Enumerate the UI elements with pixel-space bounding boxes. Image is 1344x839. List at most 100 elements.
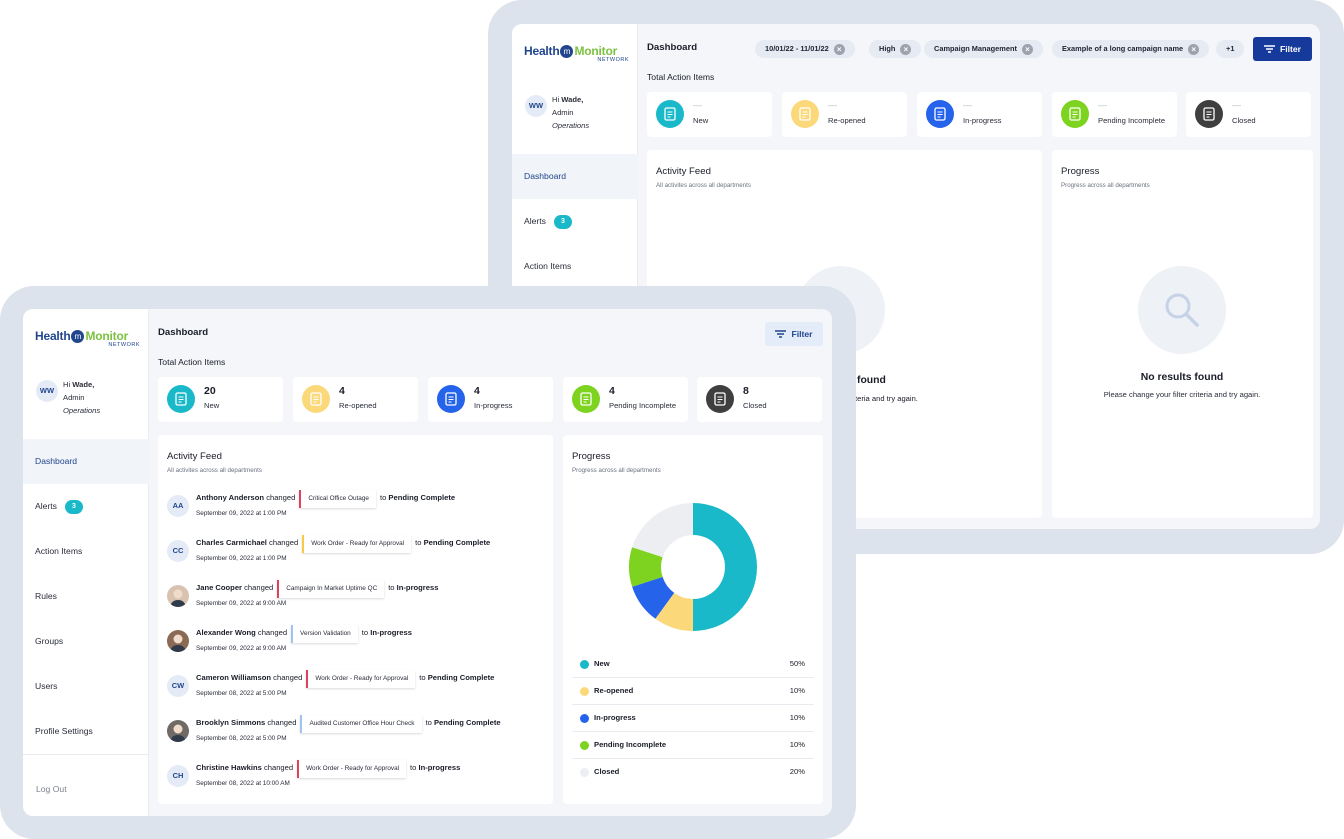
sidebar-item-dashboard[interactable]: Dashboard	[512, 154, 638, 199]
legend-label: New	[594, 659, 610, 668]
document-icon	[1061, 100, 1089, 128]
sidebar-item-users[interactable]: Users	[23, 664, 149, 709]
sidebar: Health m Monitor NETWORK WW Hi Wade, Admin…	[23, 309, 149, 816]
stat-card-pending-incomplete[interactable]: — Pending Incomplete	[1052, 92, 1177, 137]
remove-filter-icon[interactable]: ×	[1188, 44, 1200, 55]
legend-label: In-progress	[594, 713, 636, 722]
stat-card-new[interactable]: 20 New	[158, 377, 283, 422]
more-filters-chip[interactable]: +1	[1216, 40, 1245, 58]
remove-filter-icon[interactable]: ×	[900, 44, 912, 55]
filter-button[interactable]: Filter	[765, 322, 823, 346]
donut-slice-closed	[632, 503, 693, 558]
stat-card-reopened[interactable]: — Re-opened	[782, 92, 907, 137]
stat-card-closed[interactable]: — Closed	[1186, 92, 1311, 137]
user-name: Jane Cooper	[196, 583, 242, 592]
legend-item: Closed 20%	[572, 759, 814, 786]
legend-value: 10%	[789, 713, 805, 722]
avatar	[167, 720, 189, 742]
document-icon	[926, 100, 954, 128]
alerts-count-badge: 3	[553, 215, 572, 229]
legend-item: Re-opened 10%	[572, 678, 814, 705]
legend-dot	[580, 687, 589, 696]
progress-donut-chart	[629, 503, 757, 631]
document-icon	[791, 100, 819, 128]
stat-label: Pending Incomplete	[609, 401, 677, 410]
stat-label: In-progress	[474, 401, 513, 410]
filter-button[interactable]: Filter	[1253, 37, 1312, 61]
legend-value: 50%	[789, 659, 805, 668]
section-title: Total Action Items	[647, 72, 715, 82]
item-tag[interactable]: Critical Office Outage	[299, 490, 376, 508]
sidebar-item-rules[interactable]: Rules	[23, 574, 149, 619]
sidebar-item-alerts[interactable]: Alerts 3	[23, 484, 149, 529]
stat-label: In-progress	[963, 116, 1002, 125]
sidebar-item-label: Users	[35, 681, 58, 691]
stat-card-closed[interactable]: 8 Closed	[697, 377, 822, 422]
item-tag[interactable]: Audited Customer Office Hour Check	[300, 715, 422, 733]
sidebar-nav: Dashboard Alerts 3 Action Items	[512, 154, 638, 289]
stat-label: Pending Incomplete	[1098, 116, 1166, 125]
sidebar-item-label: Action Items	[524, 261, 572, 271]
item-tag[interactable]: Work Order - Ready for Approval	[302, 535, 412, 553]
timestamp: September 09, 2022 at 1:00 PM	[196, 510, 287, 517]
filter-icon	[1263, 38, 1275, 62]
legend-label: Pending Incomplete	[594, 740, 667, 749]
avatar	[167, 630, 189, 652]
user-name: Brooklyn Simmons	[196, 718, 266, 727]
stat-card-reopened[interactable]: 4 Re-opened	[293, 377, 418, 422]
stat-value: 4	[609, 385, 615, 397]
stat-value: 4	[339, 385, 345, 397]
sidebar-item-profile-settings[interactable]: Profile Settings	[23, 709, 149, 754]
status-text: Pending Complete	[388, 493, 456, 502]
stat-value: —	[963, 100, 972, 110]
item-tag[interactable]: Campaign In Market Uptime QC	[277, 580, 385, 598]
activity-item[interactable]: CH Christine Hawkins changed Work Order - …	[167, 759, 547, 799]
document-icon	[656, 100, 684, 128]
activity-item[interactable]: Jane Cooper changed Campaign In Market Up…	[167, 579, 547, 619]
item-tag[interactable]: Work Order - Ready for Approval	[297, 760, 407, 778]
stat-label: Re-opened	[828, 116, 866, 125]
stat-label: New	[693, 116, 709, 125]
stat-card-in-progress[interactable]: 4 In-progress	[428, 377, 553, 422]
activity-item[interactable]: CC Charles Carmichael changed Work Order -…	[167, 534, 547, 574]
user-name: Anthony Anderson	[196, 493, 265, 502]
status-text: In-progress	[396, 583, 439, 592]
activity-item[interactable]: CW Cameron Williamson changed Work Order -…	[167, 669, 547, 709]
timestamp: September 08, 2022 at 10:00 AM	[196, 780, 290, 787]
stat-label: Closed	[1232, 116, 1256, 125]
sidebar-item-alerts[interactable]: Alerts 3	[512, 199, 638, 244]
avatar: AA	[167, 495, 189, 517]
filter-chip[interactable]: Example of a long campaign name ×	[1052, 40, 1210, 58]
avatar	[167, 585, 189, 607]
timestamp: September 09, 2022 at 9:00 AM	[196, 645, 287, 652]
user-name: Alexander Wong	[196, 628, 256, 637]
filter-chip[interactable]: 10/01/22 - 11/01/22 ×	[755, 40, 855, 58]
sidebar-item-groups[interactable]: Groups	[23, 619, 149, 664]
remove-filter-icon[interactable]: ×	[1021, 44, 1033, 55]
activity-item[interactable]: Alexander Wong changed Version Validation…	[167, 624, 547, 664]
filter-chip[interactable]: Campaign Management ×	[924, 40, 1043, 58]
stat-label: New	[204, 401, 220, 410]
avatar: CC	[167, 540, 189, 562]
activity-item[interactable]: AA Anthony Anderson changed Critical Offic…	[167, 489, 547, 529]
empty-state: No results found Please change your filt…	[1087, 266, 1277, 399]
stat-card-new[interactable]: — New	[647, 92, 772, 137]
remove-filter-icon[interactable]: ×	[833, 44, 845, 55]
stat-card-in-progress[interactable]: — In-progress	[917, 92, 1042, 137]
sidebar-nav: Dashboard Alerts 3 Action Items Rules Groups U…	[23, 439, 149, 754]
item-tag[interactable]: Version Validation	[291, 625, 358, 643]
status-text: Pending Complete	[427, 673, 495, 682]
logout-link[interactable]: Log Out	[36, 784, 67, 794]
document-icon	[1195, 100, 1223, 128]
filter-chip[interactable]: High ×	[869, 40, 922, 58]
stat-card-pending-incomplete[interactable]: 4 Pending Incomplete	[563, 377, 688, 422]
sidebar-item-action-items[interactable]: Action Items	[23, 529, 149, 574]
legend-value: 20%	[789, 767, 805, 776]
sidebar-item-label: Action Items	[35, 546, 83, 556]
item-tag[interactable]: Work Order - Ready for Approval	[306, 670, 416, 688]
sidebar-item-dashboard[interactable]: Dashboard	[23, 439, 149, 484]
status-text: Pending Complete	[433, 718, 501, 727]
activity-item[interactable]: Brooklyn Simmons changed Audited Customer…	[167, 714, 547, 754]
sidebar-item-action-items[interactable]: Action Items	[512, 244, 638, 289]
user-profile: WW Hi Wade, Admin Operations	[36, 378, 141, 418]
